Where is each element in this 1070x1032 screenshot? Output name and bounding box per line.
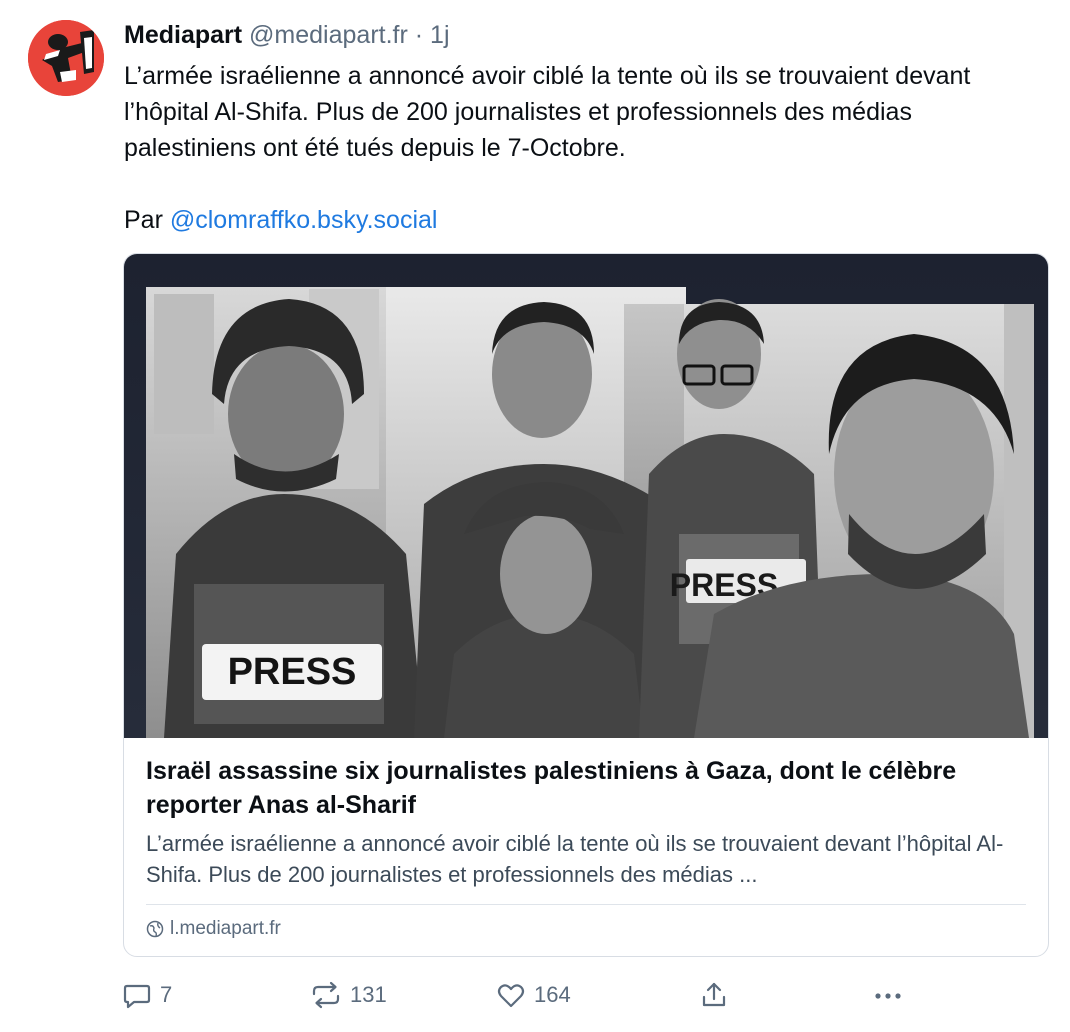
repost-button[interactable]: 131: [310, 978, 387, 1012]
share-button[interactable]: [700, 978, 728, 1012]
share-icon: [702, 982, 726, 1007]
card-title[interactable]: Israël assassine six journalistes palest…: [146, 754, 1026, 822]
card-domain-text: l.mediapart.fr: [170, 918, 281, 939]
post-text: L’armée israélienne a annoncé avoir cibl…: [124, 58, 1044, 238]
separator-dot: ·: [414, 21, 424, 49]
globe-icon: [146, 920, 164, 938]
reply-count: 7: [160, 982, 173, 1007]
like-button[interactable]: 164: [496, 978, 571, 1012]
card-image: PRESS PRESS: [124, 254, 1048, 738]
more-icon: [875, 993, 901, 999]
repost-count: 131: [350, 982, 387, 1007]
mention-link[interactable]: @clomraffko.bsky.social: [170, 206, 438, 234]
mediapart-logo: [28, 20, 104, 96]
card-divider: [146, 904, 1026, 905]
link-card[interactable]: PRESS PRESS Israël assassine six journal…: [123, 253, 1049, 957]
author-name[interactable]: Mediapart: [124, 21, 242, 49]
like-count: 164: [534, 982, 571, 1007]
reply-button[interactable]: 7: [122, 978, 172, 1012]
card-description: L’armée israélienne a annoncé avoir cibl…: [146, 831, 1004, 887]
more-options-button[interactable]: [872, 978, 904, 1012]
avatar[interactable]: [28, 20, 104, 96]
press-label: PRESS: [228, 651, 357, 693]
post-actions: 7 131 164: [0, 978, 1070, 1012]
by-prefix: Par: [124, 206, 170, 234]
post-header: Mediapart @mediapart.fr · 1j: [124, 18, 450, 52]
like-icon: [497, 984, 525, 1008]
post-time[interactable]: 1j: [430, 21, 449, 49]
reply-icon: [123, 984, 151, 1009]
author-handle[interactable]: @mediapart.fr: [249, 21, 408, 49]
by-line: Par @clomraffko.bsky.social: [124, 202, 1044, 238]
repost-icon: [312, 981, 340, 1009]
post-body: L’armée israélienne a annoncé avoir cibl…: [124, 62, 971, 162]
card-domain[interactable]: l.mediapart.fr: [146, 916, 281, 942]
